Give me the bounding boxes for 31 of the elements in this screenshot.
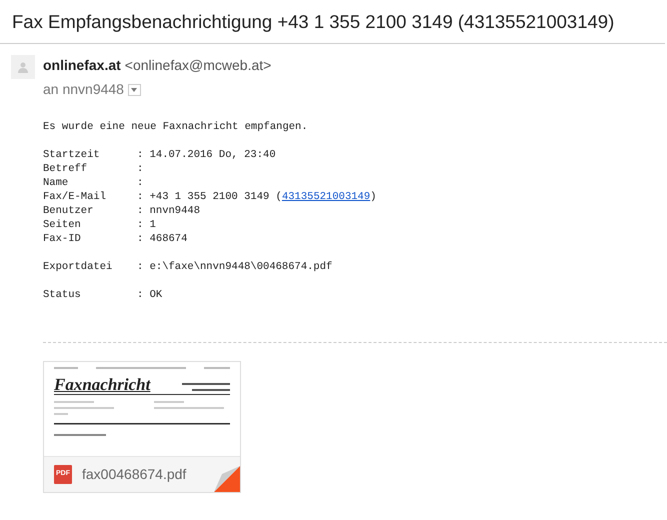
sender-address: <onlinefax@mcweb.at> — [124, 56, 272, 75]
document-heading: Faxnachricht — [54, 376, 150, 393]
field-value: : 14.07.2016 Do, 23:40 — [137, 148, 276, 162]
field-value: : 1 — [137, 218, 156, 232]
email-subject: Fax Empfangsbenachrichtigung +43 1 355 2100 3149 (43135521003149) — [12, 10, 616, 34]
field-label: Betreff — [43, 162, 88, 176]
field-label: Name — [43, 176, 70, 190]
details-dropdown-button[interactable] — [128, 84, 141, 96]
field-value: : — [137, 162, 144, 176]
field-label: Benutzer — [43, 204, 94, 218]
caret-icon — [131, 88, 138, 92]
field-value: : +43 1 355 2100 3149 (43135521003149) — [137, 190, 376, 204]
field-value: : — [137, 176, 144, 190]
field-label: Status — [43, 288, 82, 302]
field-label: Fax/E-Mail — [43, 190, 108, 204]
field-label: Fax-ID — [43, 232, 82, 246]
field-value: : nnvn9448 — [137, 204, 200, 218]
attachment-filename: fax00468674.pdf — [82, 465, 186, 484]
page-corner-icon — [214, 466, 240, 492]
sender-name: onlinefax.at — [43, 56, 121, 75]
address-lines-drawing — [182, 381, 230, 393]
recipient-text: an nnvn9448 — [43, 80, 124, 99]
field-value: : e:\faxe\nnvn9448\00468674.pdf — [137, 260, 332, 274]
field-label: Seiten — [43, 218, 82, 232]
field-value: : 468674 — [137, 232, 188, 246]
field-value: : OK — [137, 288, 162, 302]
field-label: Startzeit — [43, 148, 101, 162]
phone-link[interactable]: 43135521003149 — [282, 191, 370, 203]
intro-text: Es wurde eine neue Faxnachricht empfangen. — [43, 120, 309, 134]
field-label: Exportdatei — [43, 260, 114, 274]
avatar-icon — [11, 55, 35, 79]
